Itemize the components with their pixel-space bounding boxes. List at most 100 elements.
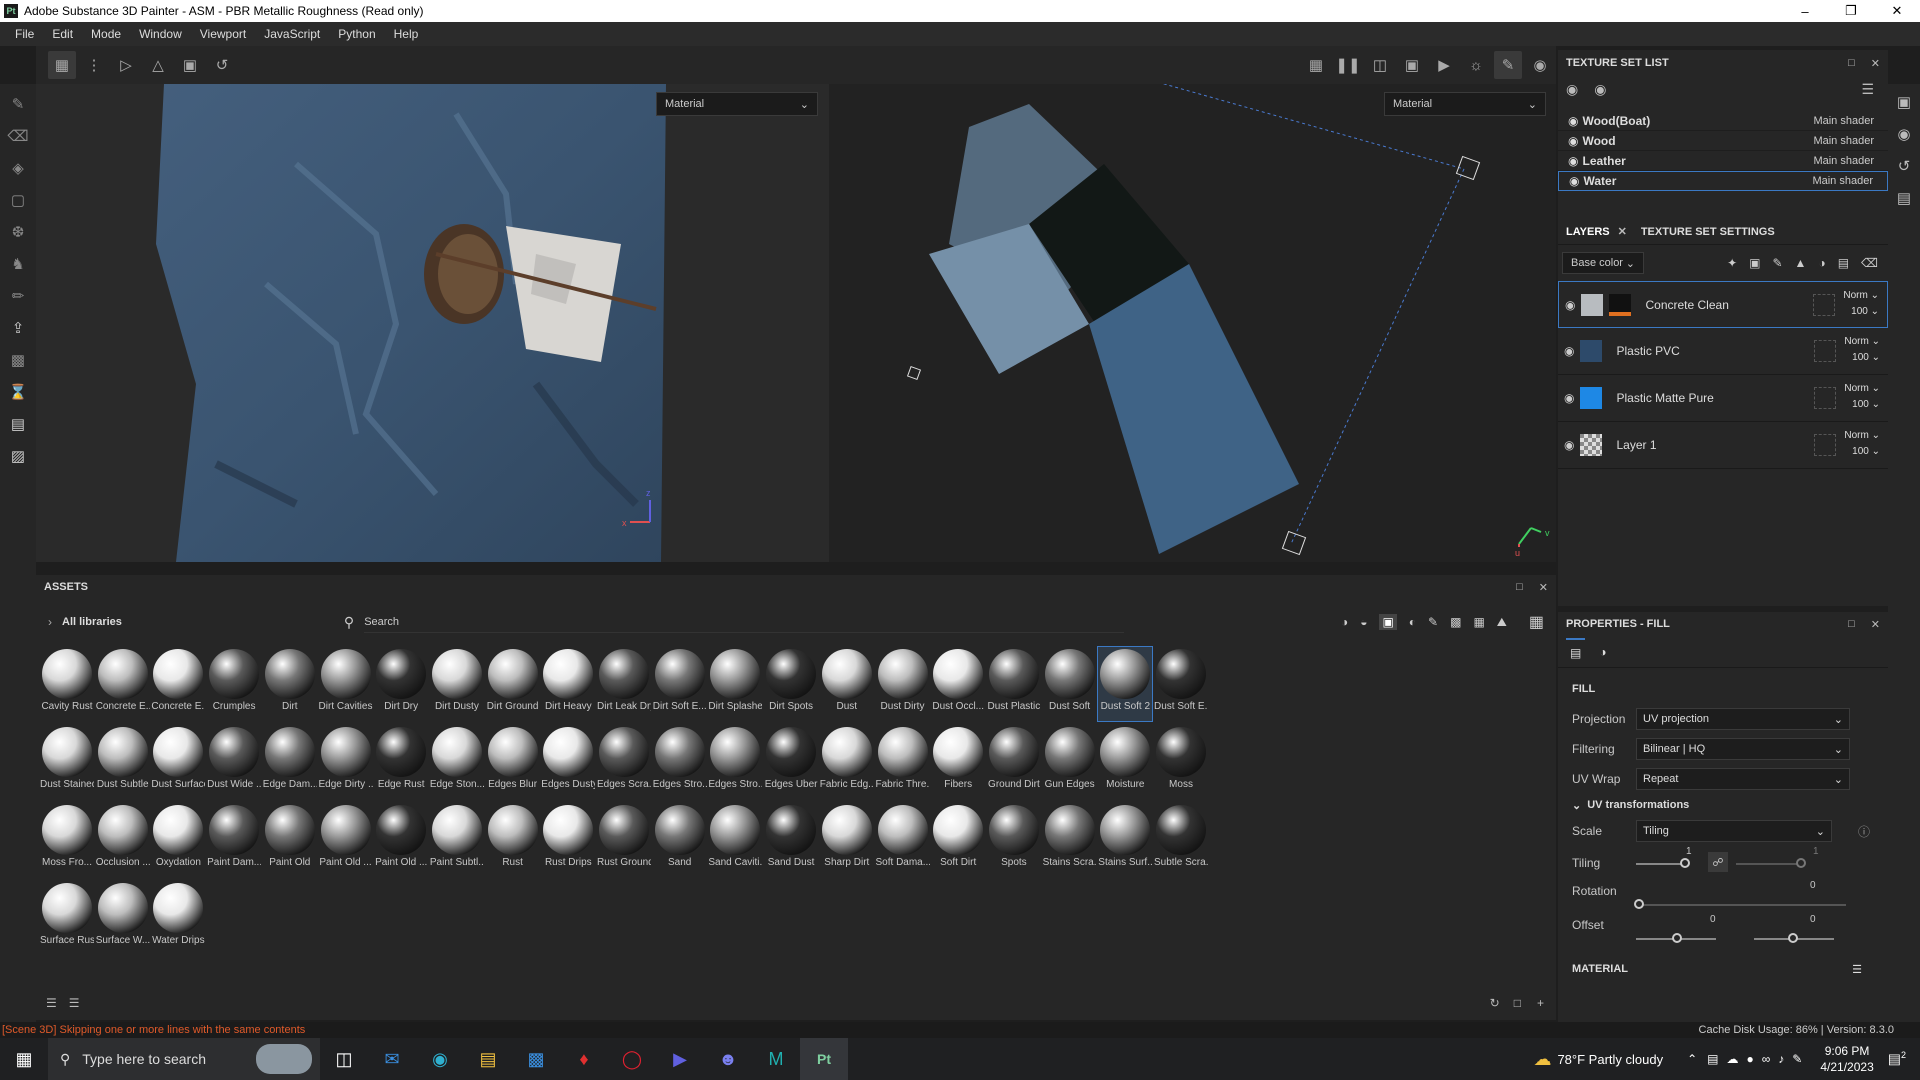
eye-icon[interactable]: ◉: [1565, 298, 1575, 312]
asset-tile[interactable]: Sand: [653, 803, 707, 877]
menu-file[interactable]: File: [6, 27, 43, 41]
task-view-icon[interactable]: ◫: [320, 1038, 368, 1080]
layer-item[interactable]: ◉ Plastic Matte Pure Norm ⌄ 100 ⌄: [1558, 375, 1888, 422]
asset-tile[interactable]: Surface W...: [96, 881, 150, 955]
asset-tile[interactable]: Paint Old: [263, 803, 317, 877]
layer-name[interactable]: Layer 1: [1616, 438, 1656, 452]
pause-icon[interactable]: ❚❚: [1334, 51, 1362, 79]
frame-icon[interactable]: ▣: [176, 51, 204, 79]
eye-icon[interactable]: ◉: [1564, 344, 1574, 358]
layer-blend[interactable]: Norm ⌄ 100 ⌄: [1844, 381, 1880, 413]
asset-tile[interactable]: Dirt Leak Dry: [597, 647, 651, 721]
asset-tile[interactable]: Surface Rust: [40, 881, 94, 955]
shader-name[interactable]: Main shader: [1813, 115, 1874, 127]
asset-tile[interactable]: Edges Blur: [486, 725, 540, 799]
minimize-button[interactable]: –: [1782, 0, 1828, 22]
paint-tool-icon[interactable]: ✎: [4, 88, 32, 120]
export-icon[interactable]: ⇪: [4, 312, 32, 344]
display-settings-icon[interactable]: ▤: [4, 408, 32, 440]
filter-particle-icon[interactable]: ▩: [1450, 615, 1461, 629]
opacity-value[interactable]: 100: [1852, 446, 1869, 457]
asset-tile[interactable]: Paint Dam...: [207, 803, 261, 877]
asset-tile[interactable]: Edge Dam...: [263, 725, 317, 799]
asset-tile[interactable]: Dust Surface: [151, 725, 205, 799]
asset-tile[interactable]: Oxydation: [151, 803, 205, 877]
layer-blend[interactable]: Norm ⌄ 100 ⌄: [1844, 428, 1880, 460]
search-input[interactable]: Search: [364, 611, 1125, 633]
clock[interactable]: 9:06 PM 4/21/2023: [1820, 1043, 1873, 1075]
asset-tile[interactable]: Dirt Cavities: [319, 647, 373, 721]
asset-tile[interactable]: Dust Dirty: [876, 647, 930, 721]
grid-icon[interactable]: ▦: [48, 51, 76, 79]
mail-icon[interactable]: ✉: [368, 1038, 416, 1080]
light-icon[interactable]: ☼: [1462, 51, 1490, 79]
asset-tile[interactable]: Dirt Ground: [486, 647, 540, 721]
menu-mode[interactable]: Mode: [82, 27, 130, 41]
tiling-slider-1[interactable]: [1636, 863, 1686, 865]
menu-icon[interactable]: ☰: [1861, 81, 1874, 98]
projection-tool-icon[interactable]: ◈: [4, 152, 32, 184]
weather-text[interactable]: 78°F Partly cloudy: [1557, 1052, 1663, 1067]
asset-tile[interactable]: Dirt Heavy: [541, 647, 595, 721]
asset-tile[interactable]: Ground Dirt: [987, 725, 1041, 799]
layer-blend[interactable]: Norm ⌄ 100 ⌄: [1843, 288, 1879, 320]
asset-tile[interactable]: Dirt Dry: [374, 647, 428, 721]
add-paint-layer-icon[interactable]: ✎: [1772, 256, 1782, 270]
asset-tile[interactable]: Dust Subtle: [96, 725, 150, 799]
eye-icon[interactable]: ◉: [1568, 114, 1578, 128]
lock-icon[interactable]: ☍: [1708, 852, 1728, 872]
menu-edit[interactable]: Edit: [43, 27, 82, 41]
layer-item[interactable]: ◉ Concrete Clean Norm ⌄ 100 ⌄: [1558, 281, 1888, 328]
asset-tile[interactable]: Gun Edges: [1043, 725, 1097, 799]
eye-icon[interactable]: ◉: [1568, 154, 1578, 168]
viewport-3d[interactable]: x z Material ⌄: [36, 84, 829, 562]
asset-tile[interactable]: Dust: [820, 647, 874, 721]
menu-viewport[interactable]: Viewport: [191, 27, 255, 41]
tiling-slider-2[interactable]: [1736, 863, 1802, 865]
clone-tool-icon[interactable]: ♞: [4, 248, 32, 280]
assets-icon[interactable]: ▣: [1897, 86, 1911, 118]
eraser-tool-icon[interactable]: ⌫: [4, 120, 32, 152]
asset-tile[interactable]: Concrete E...: [151, 647, 205, 721]
asset-tile[interactable]: Edges Stro...: [653, 725, 707, 799]
asset-tile[interactable]: Rust Ground: [597, 803, 651, 877]
uvwrap-dropdown[interactable]: Repeat ⌄: [1636, 768, 1850, 790]
texture-set-item[interactable]: ◉ Leather Main shader: [1558, 151, 1888, 171]
eye-icon[interactable]: ◉: [1564, 391, 1574, 405]
asset-tile[interactable]: Dust Soft E...: [1154, 647, 1208, 721]
split-view-icon[interactable]: ◫: [1366, 51, 1394, 79]
float-panel-icon[interactable]: □: [1516, 581, 1523, 594]
asset-tile[interactable]: Soft Dirt: [931, 803, 985, 877]
store-icon[interactable]: ▩: [512, 1038, 560, 1080]
asset-tile[interactable]: Paint Old ...: [374, 803, 428, 877]
chevron-up-icon[interactable]: ⌃: [1687, 1052, 1697, 1066]
shader-name[interactable]: Main shader: [1812, 175, 1873, 187]
maximize-button[interactable]: ❐: [1828, 0, 1874, 22]
mirror-y-icon[interactable]: △: [144, 51, 172, 79]
layer-item[interactable]: ◉ Plastic PVC Norm ⌄ 100 ⌄: [1558, 328, 1888, 375]
uv-transformations-header[interactable]: ⌄ UV transformations: [1558, 794, 1888, 816]
tiling-value-1[interactable]: 1: [1686, 846, 1692, 857]
asset-tile[interactable]: Moss Fro...: [40, 803, 94, 877]
asset-tile[interactable]: Edge Rust: [374, 725, 428, 799]
tiling-knob-2[interactable]: [1796, 858, 1806, 868]
viewport-2d[interactable]: u v Material ⌄: [829, 84, 1556, 562]
opacity-value[interactable]: 100: [1852, 352, 1869, 363]
texture-set-item[interactable]: ◉ Water Main shader: [1558, 171, 1888, 191]
filter-material-icon[interactable]: ◑: [1341, 615, 1348, 629]
filter-texture-icon[interactable]: ▦: [1473, 615, 1484, 629]
substance-painter-taskbar-icon[interactable]: Pt: [800, 1038, 848, 1080]
menu-icon[interactable]: ☰: [1852, 963, 1862, 976]
shader-icon[interactable]: ▨: [4, 440, 32, 472]
asset-tile[interactable]: Moisture: [1098, 725, 1152, 799]
close-tab-icon[interactable]: ✕: [1618, 225, 1627, 238]
eye-icon[interactable]: ◉: [1594, 81, 1606, 98]
asset-tile[interactable]: Stains Surf...: [1098, 803, 1152, 877]
delete-icon[interactable]: ⌫: [1861, 256, 1878, 270]
file-explorer-icon[interactable]: ▤: [464, 1038, 512, 1080]
tab-texture-set-settings[interactable]: TEXTURE SET SETTINGS: [1641, 226, 1775, 238]
rotation-value[interactable]: 0: [1810, 880, 1816, 891]
mirror-x-icon[interactable]: ▷: [112, 51, 140, 79]
video-app-icon[interactable]: ▶: [656, 1038, 704, 1080]
taskbar-search[interactable]: ⚲ Type here to search: [48, 1038, 320, 1080]
